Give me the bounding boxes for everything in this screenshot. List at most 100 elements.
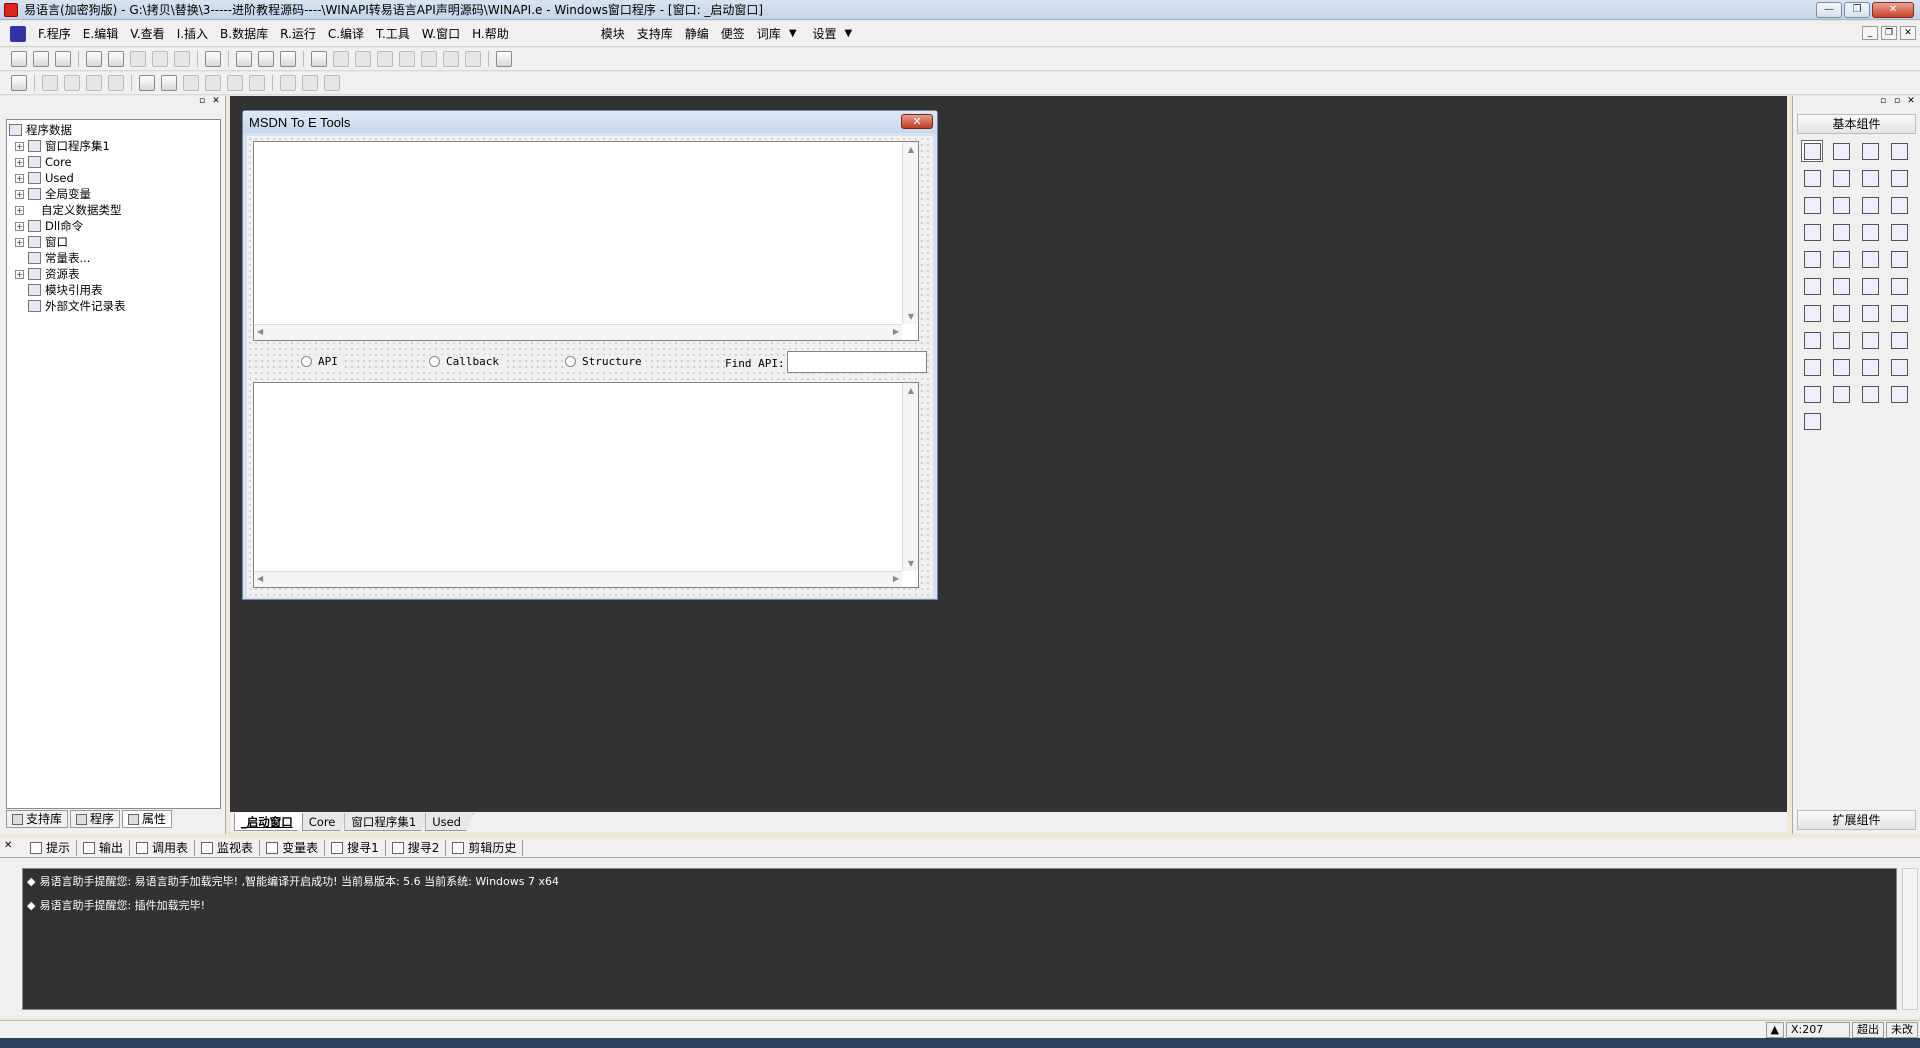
frame-icon[interactable] [1888,248,1910,270]
tab-search2[interactable]: 搜寻2 [386,839,447,856]
radio-callback[interactable]: Callback [429,355,503,368]
layout-3-icon[interactable] [280,51,296,67]
tab-support-lib[interactable]: 支持库 [6,810,69,828]
expand-icon[interactable]: + [15,221,24,231]
settings-dropdown-icon[interactable]: ▼ [843,28,863,39]
top-hscroll[interactable]: ◀ ▶ [254,324,902,340]
top-edit-box[interactable]: ▲ ▼ ◀ ▶ [253,141,919,341]
basic-components-button[interactable]: 基本组件 [1797,114,1916,134]
radio-circle[interactable] [565,356,576,367]
output-log[interactable]: ◆ 易语言助手提醒您: 易语言助手加载完毕! ,智能编译开启成功! 当前易版本: … [22,868,1897,1010]
stop-icon[interactable] [333,51,349,67]
tree-item[interactable]: 常量表... [7,250,220,266]
db-tree-icon[interactable] [1830,383,1852,405]
cut-icon[interactable] [86,51,102,67]
tree-item[interactable]: 外部文件记录表 [7,298,220,314]
tab-properties[interactable]: 属性 [122,810,173,828]
layout-1-icon[interactable] [236,51,252,67]
tab-order-icon[interactable] [324,75,340,91]
tree-item[interactable]: + 窗口 [7,234,220,250]
maximize-button[interactable]: ❐ [1844,2,1870,18]
step-2-icon[interactable] [377,51,393,67]
list-box-icon[interactable] [1888,194,1910,216]
radio-circle[interactable] [301,356,312,367]
checklist-icon[interactable] [1801,221,1823,243]
radio-structure[interactable]: Structure [565,355,646,368]
menu-program[interactable]: F.程序 [32,21,77,47]
space-evenly-icon[interactable] [249,75,265,91]
menu-tools[interactable]: T.工具 [370,21,416,47]
align-bottom-icon[interactable] [108,75,124,91]
spinner-icon[interactable] [1859,248,1881,270]
paint-box-icon[interactable] [1801,167,1823,189]
menu-settings[interactable]: 设置 [807,21,843,47]
splitter-icon[interactable] [1859,302,1881,324]
hscrollbar-icon[interactable] [1830,221,1852,243]
find-icon[interactable] [205,51,221,67]
h-space-icon[interactable] [280,75,296,91]
vscrollbar-icon[interactable] [1859,221,1881,243]
form-grid-icon[interactable] [11,75,27,91]
extended-components-button[interactable]: 扩展组件 [1797,810,1916,830]
mdi-close-icon[interactable]: ✕ [1900,26,1916,40]
expand-icon[interactable]: + [15,237,24,247]
same-width-icon[interactable] [183,75,199,91]
open-file-icon[interactable] [33,51,49,67]
tab-hint[interactable]: 提示 [24,839,78,856]
expand-icon[interactable]: + [15,189,24,199]
odbc-db-icon[interactable] [1801,410,1823,432]
expand-icon[interactable]: + [15,205,24,215]
tab-clip-history[interactable]: 剪辑历史 [446,839,524,856]
same-size-icon[interactable] [227,75,243,91]
data-provider-icon[interactable] [1830,356,1852,378]
mdi-minimize-icon[interactable]: _ [1862,26,1878,40]
menu-database[interactable]: B.数据库 [214,21,274,47]
bottom-vscroll[interactable]: ▲ ▼ [902,383,918,571]
tab-variables[interactable]: 变量表 [260,839,326,856]
folder-icon[interactable] [1859,275,1881,297]
panel-pin-icon[interactable]: ▫ [1878,96,1888,110]
step-5-icon[interactable] [443,51,459,67]
expand-icon[interactable]: + [15,157,24,167]
tree-item[interactable]: + Used [7,170,220,186]
tab-program[interactable]: 程序 [70,810,121,828]
tree-item[interactable]: + 窗口程序集1 [7,138,220,154]
checkbox-icon[interactable] [1801,194,1823,216]
shape-icon[interactable] [1888,140,1910,162]
menu-thesaurus[interactable]: 词库 [751,21,787,47]
paste-icon[interactable] [130,51,146,67]
same-height-icon[interactable] [205,75,221,91]
panel-close-icon[interactable]: ✕ [211,96,221,110]
panel-float-icon[interactable]: ▫ [1892,96,1902,110]
group-box-icon[interactable] [1830,167,1852,189]
tab-control-icon[interactable] [1830,248,1852,270]
data-source-icon[interactable] [1801,356,1823,378]
picture-box-icon[interactable] [1859,140,1881,162]
copy-icon[interactable] [108,51,124,67]
tree-item[interactable]: + Dll命令 [7,218,220,234]
status-arrow-icon[interactable]: ▲ [1765,1021,1784,1038]
tab-output[interactable]: 输出 [77,839,131,856]
form-window[interactable]: MSDN To E Tools ✕ ▲ ▼ ◀ ▶ API Callback Str… [242,110,938,600]
pointer-icon[interactable] [1801,140,1823,162]
client-icon[interactable] [1888,329,1910,351]
hand-icon[interactable] [465,51,481,67]
undo-icon[interactable] [174,51,190,67]
expand-icon[interactable]: + [15,141,24,151]
center-vertical-icon[interactable] [161,75,177,91]
radio-api[interactable]: API [301,355,342,368]
grid-icon[interactable] [1859,356,1881,378]
text-icon[interactable] [1859,167,1881,189]
menu-notes[interactable]: 便签 [715,21,751,47]
thesaurus-dropdown-icon[interactable]: ▼ [787,28,807,39]
find-api-input[interactable] [787,351,927,373]
tree-item[interactable]: + 全局变量 [7,186,220,202]
expand-icon[interactable]: + [15,269,24,279]
printer-icon[interactable] [1830,329,1852,351]
tab-core[interactable]: Core [302,813,349,831]
calendar-icon[interactable] [1801,275,1823,297]
table-icon[interactable] [1888,356,1910,378]
align-left-icon[interactable] [42,75,58,91]
menu-module[interactable]: 模块 [595,21,631,47]
menu-support-lib[interactable]: 支持库 [631,21,679,47]
